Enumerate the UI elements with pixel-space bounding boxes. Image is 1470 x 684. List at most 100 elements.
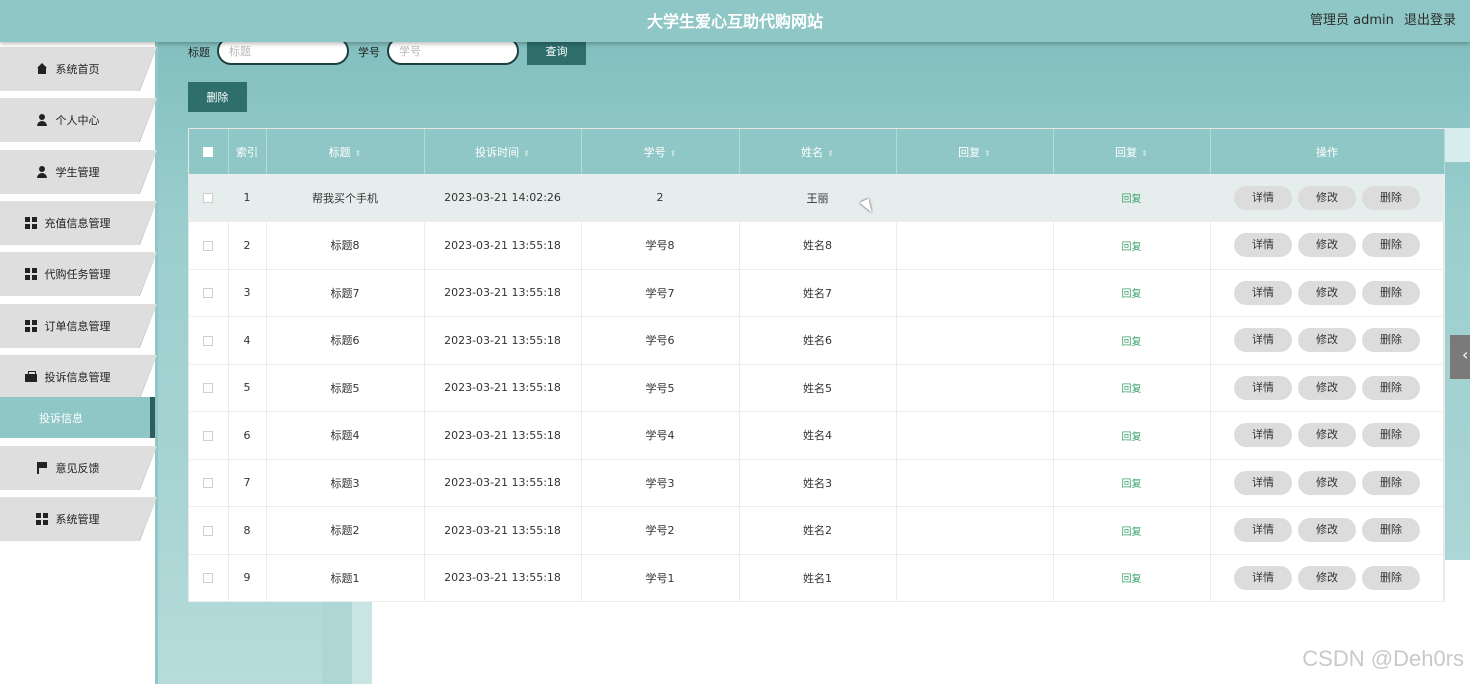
- cell-index: 4: [228, 316, 267, 364]
- column-header-student-no[interactable]: 学号 ⬍: [581, 129, 740, 174]
- table-row: 8 标题2 2023-03-21 13:55:18 学号2 姓名2 回复 详情修…: [189, 506, 1445, 554]
- detail-button[interactable]: 详情: [1234, 233, 1292, 258]
- table-row: 2 标题8 2023-03-21 13:55:18 学号8 姓名8 回复 详情修…: [189, 221, 1445, 269]
- reply-link[interactable]: 回复: [1122, 527, 1142, 538]
- edit-button[interactable]: 修改: [1298, 233, 1356, 258]
- delete-button[interactable]: 删除: [1362, 518, 1420, 543]
- detail-button[interactable]: 详情: [1234, 280, 1292, 305]
- sidebar-item-order-management[interactable]: 订单信息管理: [0, 304, 157, 348]
- student-no-search-label: 学号: [358, 46, 380, 59]
- detail-button[interactable]: 详情: [1234, 423, 1292, 448]
- cell-index: 7: [228, 459, 267, 507]
- cell-reply-content: [896, 221, 1054, 269]
- logout-link[interactable]: 退出登录: [1404, 13, 1456, 28]
- top-header: 大学生爱心互助代购网站 管理员 admin 退出登录: [0, 0, 1470, 42]
- sidebar-item-purchase-task-management[interactable]: 代购任务管理: [0, 252, 157, 296]
- sidebar-item-feedback[interactable]: 意见反馈: [0, 446, 157, 490]
- column-header-complaint-time[interactable]: 投诉时间 ⬍: [424, 129, 582, 174]
- cell-actions: 详情 修改 删除: [1210, 506, 1445, 554]
- cell-actions: 详情 修改 删除: [1210, 174, 1445, 222]
- sidebar-subitem-complaint-info[interactable]: 投诉信息: [0, 397, 155, 438]
- detail-button[interactable]: 详情: [1234, 470, 1292, 495]
- reply-link[interactable]: 回复: [1122, 432, 1142, 443]
- edit-button[interactable]: 修改: [1298, 470, 1356, 495]
- grid-icon: [24, 217, 37, 229]
- grid-icon: [24, 320, 37, 332]
- column-header-reply[interactable]: 回复 ⬍: [1053, 129, 1211, 174]
- reply-link[interactable]: 回复: [1122, 479, 1142, 490]
- reply-link[interactable]: 回复: [1122, 289, 1142, 300]
- batch-delete-button[interactable]: 删除: [188, 82, 247, 112]
- cell-reply: 回复: [1053, 221, 1211, 269]
- cell-name: 姓名2: [739, 506, 897, 554]
- cell-reply-content: [896, 554, 1054, 602]
- sidebar-item-home[interactable]: 系统首页: [0, 47, 157, 91]
- sidebar-item-student-management[interactable]: 学生管理: [0, 150, 157, 194]
- sidebar-item-system-management[interactable]: 系统管理: [0, 497, 157, 541]
- delete-button[interactable]: 删除: [1362, 565, 1420, 590]
- reply-link[interactable]: 回复: [1122, 337, 1142, 348]
- sort-icon: ⬍: [354, 148, 362, 158]
- column-header-reply-content[interactable]: 回复 ⬍: [896, 129, 1054, 174]
- delete-button[interactable]: 删除: [1362, 375, 1420, 400]
- row-select-cell: [189, 364, 229, 412]
- reply-link[interactable]: 回复: [1122, 574, 1142, 585]
- sidebar-item-recharge-management[interactable]: 充值信息管理: [0, 201, 157, 245]
- delete-button[interactable]: 删除: [1362, 470, 1420, 495]
- sidebar-item-label: 意见反馈: [55, 462, 100, 475]
- row-checkbox[interactable]: [203, 430, 214, 441]
- grid-icon: [35, 513, 48, 525]
- title-search-label: 标题: [188, 46, 210, 59]
- collapse-tab-button[interactable]: [1450, 335, 1470, 379]
- sidebar: 系统首页 个人中心 学生管理 充值信息管理 代购任务管理 订单信息管理 投诉信息…: [0, 42, 158, 684]
- delete-button[interactable]: 删除: [1362, 280, 1420, 305]
- row-checkbox[interactable]: [203, 573, 214, 584]
- cell-name: 姓名3: [739, 459, 897, 507]
- delete-button[interactable]: 删除: [1362, 233, 1420, 258]
- cell-student-no: 学号2: [581, 506, 740, 554]
- cell-reply: 回复: [1053, 174, 1211, 222]
- row-checkbox[interactable]: [203, 335, 214, 346]
- reply-link[interactable]: 回复: [1122, 194, 1142, 205]
- reply-link[interactable]: 回复: [1122, 384, 1142, 395]
- row-checkbox[interactable]: [203, 288, 214, 299]
- complaint-table: 索引 标题 ⬍ 投诉时间 ⬍ 学号 ⬍ 姓名 ⬍ 回复 ⬍ 回复 ⬍ 操作 1 帮我买个手机…: [188, 128, 1445, 602]
- delete-button[interactable]: 删除: [1362, 185, 1420, 210]
- cell-complaint-time: 2023-03-21 13:55:18: [424, 316, 582, 364]
- sidebar-item-label: 充值信息管理: [44, 217, 111, 230]
- edit-button[interactable]: 修改: [1298, 328, 1356, 353]
- row-checkbox[interactable]: [203, 525, 214, 536]
- row-checkbox[interactable]: [203, 383, 214, 394]
- row-checkbox[interactable]: [203, 240, 214, 251]
- edit-button[interactable]: 修改: [1298, 185, 1356, 210]
- row-select-cell: [189, 411, 229, 459]
- cell-actions: 详情 修改 删除: [1210, 411, 1445, 459]
- column-header-actions: 操作: [1210, 129, 1445, 174]
- detail-button[interactable]: 详情: [1234, 565, 1292, 590]
- edit-button[interactable]: 修改: [1298, 280, 1356, 305]
- table-row: 6 标题4 2023-03-21 13:55:18 学号4 姓名4 回复 详情修…: [189, 411, 1445, 459]
- cell-name: 姓名1: [739, 554, 897, 602]
- delete-button[interactable]: 删除: [1362, 328, 1420, 353]
- edit-button[interactable]: 修改: [1298, 375, 1356, 400]
- detail-button[interactable]: 详情: [1234, 328, 1292, 353]
- detail-button[interactable]: 详情: [1234, 375, 1292, 400]
- edit-button[interactable]: 修改: [1298, 423, 1356, 448]
- row-checkbox[interactable]: [203, 478, 214, 489]
- select-all-checkbox[interactable]: [203, 147, 214, 157]
- edit-button[interactable]: 修改: [1298, 518, 1356, 543]
- column-header-title[interactable]: 标题 ⬍: [266, 129, 425, 174]
- delete-button[interactable]: 删除: [1362, 423, 1420, 448]
- table-row: 5 标题5 2023-03-21 13:55:18 学号5 姓名5 回复 详情修…: [189, 364, 1445, 412]
- sidebar-item-label: 投诉信息管理: [44, 371, 111, 384]
- reply-link[interactable]: 回复: [1122, 242, 1142, 253]
- detail-button[interactable]: 详情: [1234, 185, 1292, 210]
- detail-button[interactable]: 详情: [1234, 518, 1292, 543]
- sidebar-item-complaint-management[interactable]: 投诉信息管理: [0, 355, 157, 399]
- sidebar-item-personal-center[interactable]: 个人中心: [0, 98, 157, 142]
- row-checkbox[interactable]: [203, 193, 214, 203]
- cell-reply: 回复: [1053, 364, 1211, 412]
- cell-actions: 详情 修改 删除: [1210, 316, 1445, 364]
- column-header-name[interactable]: 姓名 ⬍: [739, 129, 897, 174]
- edit-button[interactable]: 修改: [1298, 565, 1356, 590]
